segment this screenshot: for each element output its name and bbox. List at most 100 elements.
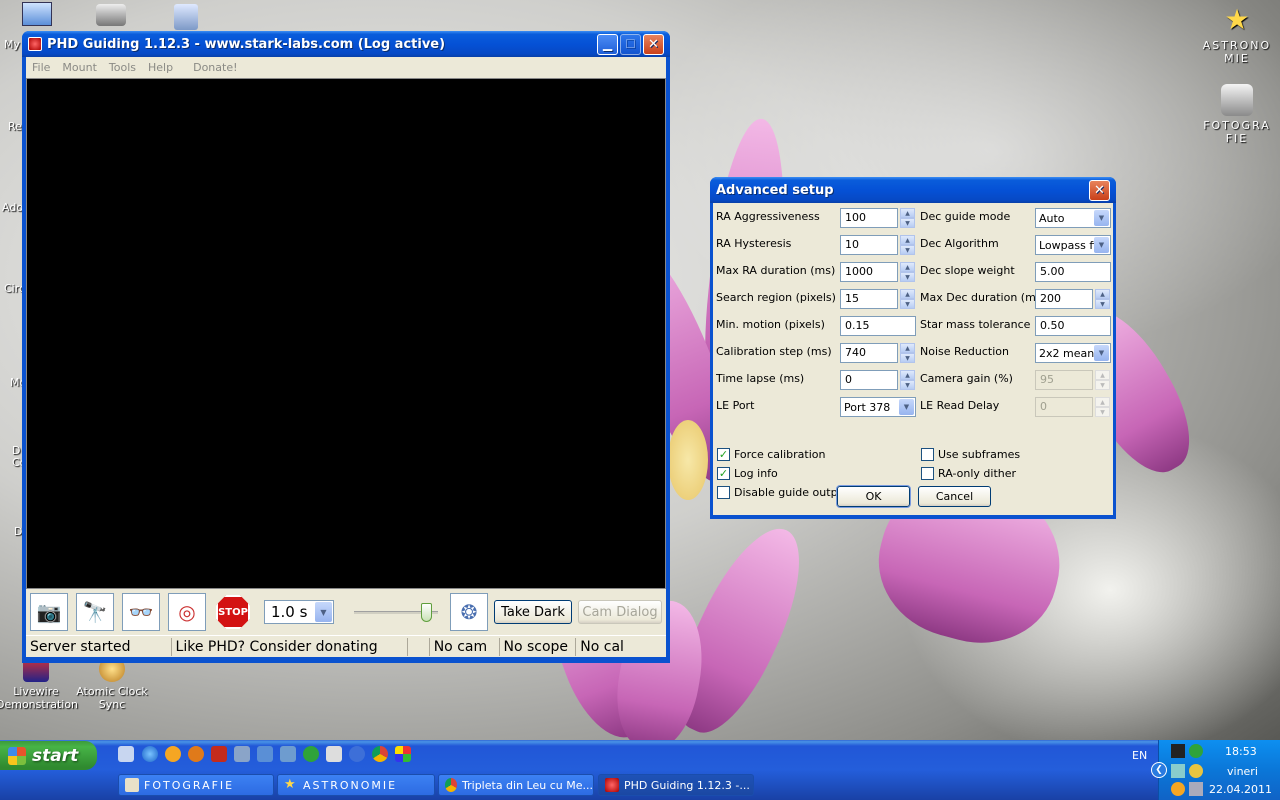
le-read-delay-input[interactable]: 0 xyxy=(1035,397,1093,417)
spin-down-icon[interactable]: ▼ xyxy=(900,353,915,363)
spin-up-icon[interactable]: ▲ xyxy=(900,262,915,272)
stop-button[interactable]: STOP xyxy=(214,593,252,631)
checkbox-box[interactable]: ✓ xyxy=(717,467,730,480)
quicklaunch-pixel-icon[interactable] xyxy=(280,746,296,762)
spin-up-icon[interactable]: ▲ xyxy=(900,208,915,218)
menu-mount[interactable]: Mount xyxy=(62,61,96,74)
desktop-icon-astronomie[interactable]: ★ ASTRONO MIE xyxy=(1197,4,1277,66)
quicklaunch-app-icon[interactable] xyxy=(188,746,204,762)
tray-avast-icon[interactable] xyxy=(1171,782,1185,796)
menu-help[interactable]: Help xyxy=(148,61,173,74)
spin-up-icon[interactable]: ▲ xyxy=(1095,397,1110,407)
checkbox-box[interactable] xyxy=(921,448,934,461)
tray-network-icon[interactable] xyxy=(1171,764,1185,778)
ra-aggressiveness-spinner[interactable]: ▲ ▼ xyxy=(900,208,915,228)
use-subframes-checkbox[interactable]: Use subframes xyxy=(921,448,1020,461)
dec-guide-mode-select[interactable]: Auto ▼ xyxy=(1035,208,1111,228)
cancel-button[interactable]: Cancel xyxy=(918,486,991,507)
connect-camera-button[interactable]: 📷 xyxy=(30,593,68,631)
tray-expand-icon[interactable]: ❮ xyxy=(1151,762,1167,778)
advanced-setup-dialog[interactable]: Advanced setup ✕ RA Aggressiveness 100 ▲ ▼ R… xyxy=(710,177,1116,519)
scanner-icon[interactable] xyxy=(96,4,126,26)
desktop-icon-label-2[interactable]: Re xyxy=(8,120,22,133)
quicklaunch-utorrent-icon[interactable] xyxy=(303,746,319,762)
exposure-duration-select[interactable]: 1.0 s ▼ xyxy=(264,600,334,624)
force-calibration-checkbox[interactable]: ✓ Force calibration xyxy=(717,448,825,461)
max-ra-duration-ms-spinner[interactable]: ▲ ▼ xyxy=(900,262,915,282)
checkbox-box[interactable]: ✓ xyxy=(717,448,730,461)
slider-thumb[interactable] xyxy=(421,603,432,622)
close-button[interactable]: ✕ xyxy=(643,33,664,55)
clock-time[interactable]: 18:53 xyxy=(1225,745,1257,758)
desktop-icon-livewire[interactable]: Livewire Demonstration xyxy=(0,656,78,711)
spin-down-icon[interactable]: ▼ xyxy=(900,380,915,390)
quicklaunch-network-icon[interactable] xyxy=(257,746,273,762)
ok-button[interactable]: OK xyxy=(836,485,911,508)
phd-guide-button[interactable]: ◎ xyxy=(168,593,206,631)
minimize-button[interactable]: ▁ xyxy=(597,33,618,55)
tray-utorrent-icon[interactable] xyxy=(1189,744,1203,758)
ra-aggressiveness-input[interactable]: 100 xyxy=(840,208,898,228)
quicklaunch-tool-icon[interactable] xyxy=(234,746,250,762)
task-astronomie[interactable]: ★ ASTRONOMIE xyxy=(277,774,435,796)
quicklaunch-video-icon[interactable] xyxy=(326,746,342,762)
desktop-icon-fotografie[interactable]: FOTOGRA FIE xyxy=(1197,84,1277,145)
loop-exposure-button[interactable]: 👓 xyxy=(122,593,160,631)
cam-dialog-button[interactable]: Cam Dialog xyxy=(578,600,662,624)
checkbox-box[interactable] xyxy=(921,467,934,480)
star-mass-tolerance-input[interactable]: 0.50 xyxy=(1035,316,1111,336)
quicklaunch-desktop-icon[interactable] xyxy=(118,746,134,762)
menu-donate[interactable]: Donate! xyxy=(193,61,237,74)
spin-down-icon[interactable]: ▼ xyxy=(1095,407,1110,417)
start-button[interactable]: start xyxy=(0,741,97,770)
task-fotografie[interactable]: FOTOGRAFIE xyxy=(118,774,274,796)
dec-slope-weight-input[interactable]: 5.00 xyxy=(1035,262,1111,282)
language-indicator[interactable]: EN xyxy=(1132,749,1147,762)
spin-up-icon[interactable]: ▲ xyxy=(1095,289,1110,299)
task-chrome-tripleta[interactable]: Tripleta din Leu cu Me... xyxy=(438,774,594,796)
quicklaunch-chrome-icon[interactable] xyxy=(372,746,388,762)
menu-tools[interactable]: Tools xyxy=(109,61,136,74)
max-ra-duration-ms-input[interactable]: 1000 xyxy=(840,262,898,282)
time-lapse-ms-input[interactable]: 0 xyxy=(840,370,898,390)
spin-up-icon[interactable]: ▲ xyxy=(900,289,915,299)
advanced-title-bar[interactable]: Advanced setup ✕ xyxy=(710,177,1116,203)
task-phd-guiding[interactable]: PHD Guiding 1.12.3 -... xyxy=(598,774,754,796)
calibration-step-ms-input[interactable]: 740 xyxy=(840,343,898,363)
desktop-icon-atomic-clock[interactable]: Atomic Clock Sync xyxy=(72,656,152,711)
tray-user-icon[interactable] xyxy=(1189,764,1203,778)
time-lapse-ms-spinner[interactable]: ▲ ▼ xyxy=(900,370,915,390)
computer-icon[interactable] xyxy=(22,2,52,26)
spin-up-icon[interactable]: ▲ xyxy=(900,370,915,380)
spin-down-icon[interactable]: ▼ xyxy=(1095,380,1110,390)
dialog-close-button[interactable]: ✕ xyxy=(1089,179,1110,201)
le-read-delay-spinner[interactable]: ▲ ▼ xyxy=(1095,397,1110,417)
maximize-button[interactable]: ☐ xyxy=(620,33,641,55)
phd-title-bar[interactable]: PHD Guiding 1.12.3 - www.stark-labs.com … xyxy=(22,31,670,57)
desktop-icon-label-1[interactable]: My xyxy=(4,38,20,51)
tray-media-icon[interactable] xyxy=(1171,744,1185,758)
spin-up-icon[interactable]: ▲ xyxy=(900,343,915,353)
ra-only-dither-checkbox[interactable]: RA-only dither xyxy=(921,467,1016,480)
guide-camera-display[interactable] xyxy=(26,78,666,589)
search-region-pixels-input[interactable]: 15 xyxy=(840,289,898,309)
ra-hysteresis-input[interactable]: 10 xyxy=(840,235,898,255)
quicklaunch-media-icon[interactable] xyxy=(349,746,365,762)
spin-down-icon[interactable]: ▼ xyxy=(900,218,915,228)
camera-gain-spinner[interactable]: ▲ ▼ xyxy=(1095,370,1110,390)
quicklaunch-ie-icon[interactable] xyxy=(142,746,158,762)
spin-down-icon[interactable]: ▼ xyxy=(900,245,915,255)
menu-file[interactable]: File xyxy=(32,61,50,74)
noise-reduction-select[interactable]: 2x2 mean ▼ xyxy=(1035,343,1111,363)
gamma-slider[interactable] xyxy=(354,600,438,624)
calibration-step-ms-spinner[interactable]: ▲ ▼ xyxy=(900,343,915,363)
le-port-select[interactable]: Port 378 ▼ xyxy=(840,397,916,417)
quicklaunch-avast-icon[interactable] xyxy=(165,746,181,762)
desktop-icon-label-3[interactable]: Ado xyxy=(2,201,23,214)
phd-window[interactable]: PHD Guiding 1.12.3 - www.stark-labs.com … xyxy=(22,31,670,663)
log-info-checkbox[interactable]: ✓ Log info xyxy=(717,467,778,480)
quicklaunch-office-icon[interactable] xyxy=(211,746,227,762)
disable-guide-output-checkbox[interactable]: Disable guide output xyxy=(717,486,849,499)
quicklaunch-picasa-icon[interactable] xyxy=(395,746,411,762)
ra-hysteresis-spinner[interactable]: ▲ ▼ xyxy=(900,235,915,255)
